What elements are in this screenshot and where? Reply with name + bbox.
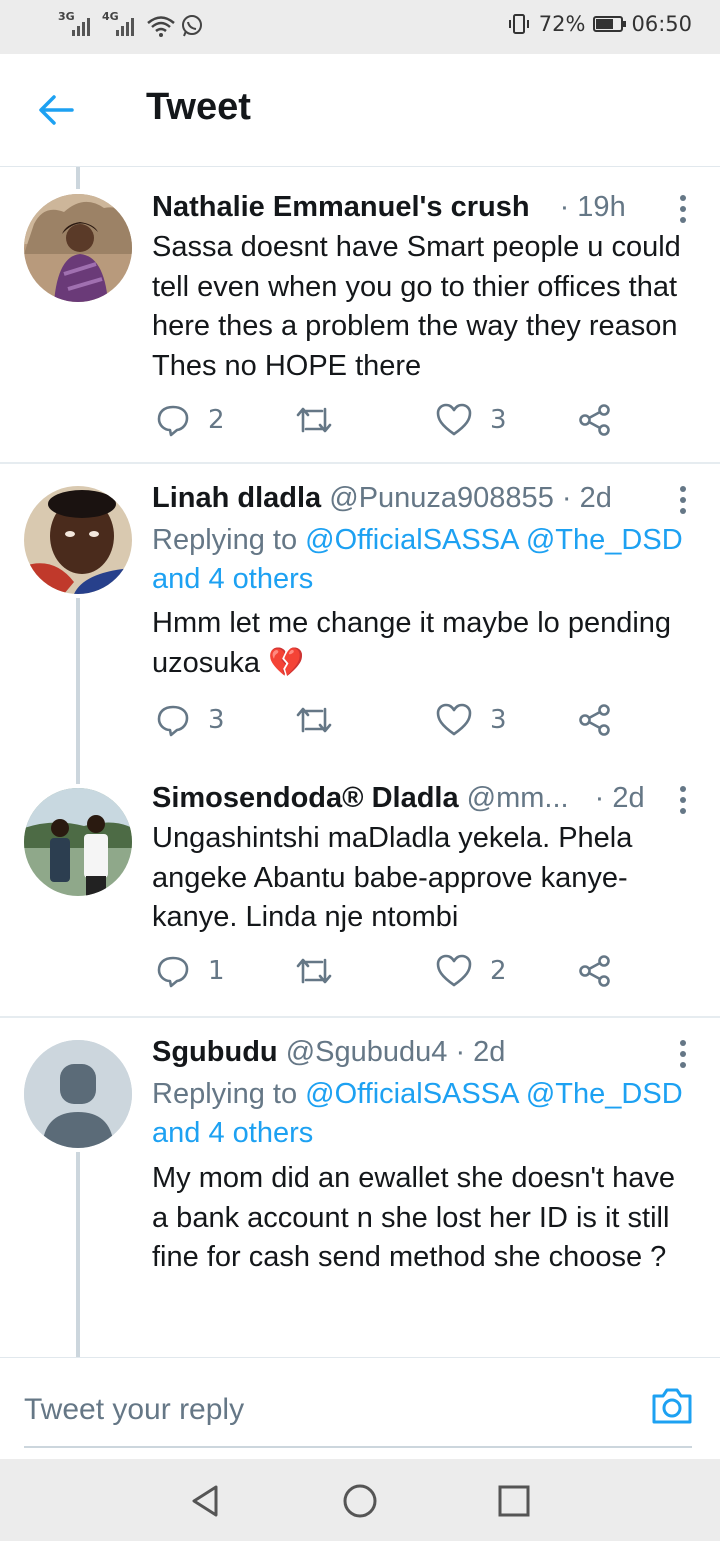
status-bar: 3G 4G 72% 06:50 [0, 0, 720, 54]
retweet-button[interactable] [294, 703, 334, 737]
display-name[interactable]: Linah dladla [152, 482, 321, 514]
reply-underline [24, 1446, 692, 1448]
heart-icon [436, 703, 472, 736]
display-name[interactable]: Sgubudu [152, 1036, 278, 1068]
reply-composer [0, 1357, 720, 1460]
display-name[interactable]: Nathalie Emmanuel's crush [152, 191, 530, 223]
thread-line [76, 598, 80, 764]
signal-3g-icon: 3G [58, 10, 98, 38]
avatar[interactable] [24, 788, 132, 896]
reply-count: 3 [208, 705, 225, 735]
system-nav-bar [0, 1459, 720, 1541]
vibrate-icon [508, 14, 529, 34]
tweet[interactable]: Simosendoda® Dladla @mm... · 2d Ungashint… [0, 764, 720, 1016]
heart-icon [436, 403, 472, 436]
tweet[interactable]: Sgubudu @Sgubudu4 · 2d Replying to @Offi… [0, 1018, 720, 1357]
tweet-text: Sassa doesnt have Smart people u could t… [152, 231, 681, 382]
like-count: 3 [490, 405, 507, 435]
avatar[interactable] [24, 486, 132, 594]
tweet-actions: 2 3 [152, 403, 632, 443]
battery-percent: 72% [538, 12, 586, 36]
share-icon [579, 955, 610, 987]
clock: 06:50 [631, 12, 692, 36]
reply-icon [157, 405, 189, 437]
retweet-button[interactable] [294, 403, 334, 437]
reply-button[interactable]: 3 [156, 703, 225, 737]
avatar[interactable] [24, 194, 132, 302]
share-button[interactable] [578, 403, 612, 437]
tweet[interactable]: Linah dladla @Punuza908855 · 2d Replying… [0, 464, 720, 764]
like-button[interactable]: 3 [436, 403, 507, 437]
more-options-icon[interactable] [678, 195, 688, 229]
retweet-button[interactable] [294, 954, 334, 988]
retweet-icon [296, 958, 332, 984]
default-avatar[interactable] [24, 1040, 132, 1148]
reply-count: 2 [208, 405, 225, 435]
tweet-meta: Sgubudu @Sgubudu4 · 2d [152, 1036, 505, 1069]
tweet[interactable]: Nathalie Emmanuel's crush · 19h Sassa doe… [0, 167, 720, 463]
like-count: 3 [490, 705, 507, 735]
thread-line [76, 764, 80, 784]
app-header: Tweet [0, 54, 720, 167]
tweet-meta: Linah dladla @Punuza908855 · 2d [152, 482, 612, 515]
display-name[interactable]: Simosendoda® Dladla [152, 782, 459, 814]
thread-line [76, 167, 80, 189]
tweet-meta: Nathalie Emmanuel's crush · 19h [152, 191, 626, 224]
tweet-feed[interactable]: Nathalie Emmanuel's crush · 19h Sassa doe… [0, 167, 720, 1357]
battery-icon [593, 16, 627, 32]
like-count: 2 [490, 956, 507, 986]
back-arrow-icon[interactable] [36, 92, 76, 128]
share-button[interactable] [578, 703, 612, 737]
whatsapp-icon [182, 15, 202, 37]
signal-4g-icon: 4G [102, 10, 142, 38]
timestamp[interactable]: · 2d [455, 1036, 505, 1068]
user-handle[interactable]: @mm... [467, 782, 569, 814]
user-handle[interactable]: @Punuza908855 [329, 482, 554, 514]
tweet-actions: 3 3 [152, 703, 632, 743]
heart-icon [436, 954, 472, 987]
nav-back-icon[interactable] [186, 1481, 226, 1521]
share-icon [579, 704, 610, 736]
reply-icon [157, 956, 189, 988]
reply-input[interactable] [24, 1388, 624, 1432]
like-button[interactable]: 3 [436, 703, 507, 737]
wifi-icon [147, 16, 175, 37]
reply-icon [157, 705, 189, 737]
tweet-text: My mom did an ewallet she doesn't have a… [152, 1162, 675, 1273]
thread-line [76, 1152, 80, 1357]
share-button[interactable] [578, 954, 612, 988]
like-button[interactable]: 2 [436, 954, 507, 988]
tweet-text: Hmm let me change it maybe lo pending uz… [152, 607, 672, 679]
replying-to-label: Replying to [152, 524, 306, 556]
timestamp[interactable]: · 2d [595, 782, 645, 814]
page-title: Tweet [146, 86, 251, 128]
reply-button[interactable]: 1 [156, 954, 225, 988]
retweet-icon [296, 707, 332, 733]
reply-count: 1 [208, 956, 225, 986]
tweet-actions: 1 2 [152, 954, 632, 994]
reply-button[interactable]: 2 [156, 403, 225, 437]
retweet-icon [296, 407, 332, 433]
more-options-icon[interactable] [678, 786, 688, 820]
replying-to-label: Replying to [152, 1078, 306, 1110]
replying-to: Replying to @OfficialSASSA @The_DSD and … [152, 521, 702, 599]
nav-home-icon[interactable] [340, 1481, 380, 1521]
tweet-text: Ungashintshi maDladla yekela. Phela ange… [152, 822, 633, 933]
share-icon [579, 404, 610, 436]
timestamp[interactable]: · 19h [560, 191, 626, 223]
timestamp[interactable]: · 2d [562, 482, 612, 514]
camera-icon[interactable] [650, 1386, 694, 1426]
more-options-icon[interactable] [678, 1040, 688, 1074]
nav-recents-icon[interactable] [494, 1481, 534, 1521]
replying-to: Replying to @OfficialSASSA @The_DSD and … [152, 1075, 702, 1153]
more-options-icon[interactable] [678, 486, 688, 520]
tweet-meta: Simosendoda® Dladla @mm... · 2d [152, 782, 645, 815]
user-handle[interactable]: @Sgubudu4 [286, 1036, 448, 1068]
